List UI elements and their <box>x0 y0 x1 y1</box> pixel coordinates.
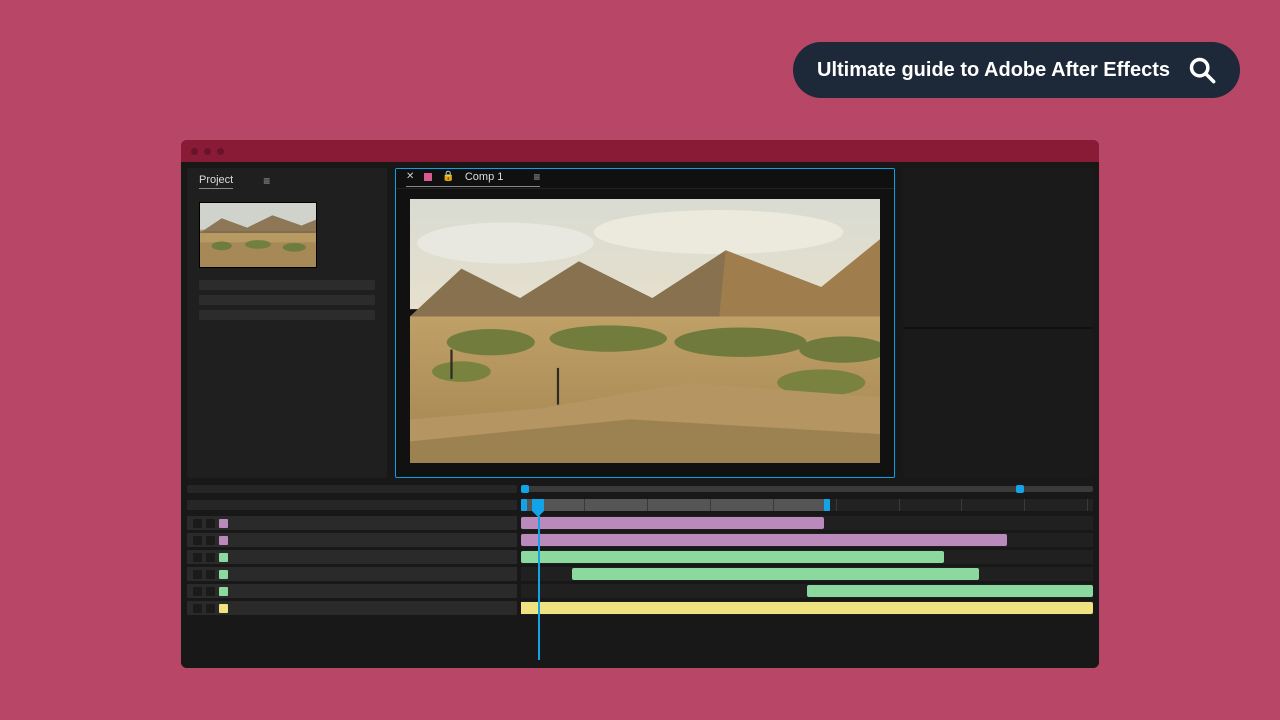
timeline-header-left <box>187 485 517 493</box>
list-item[interactable] <box>199 280 375 290</box>
layer-color-swatch[interactable] <box>219 604 228 613</box>
project-item-list <box>199 280 375 325</box>
layer-controls <box>187 533 517 547</box>
layer-row[interactable] <box>187 601 1093 615</box>
layer-toggle[interactable] <box>206 604 215 613</box>
clip[interactable] <box>521 534 1007 546</box>
layer-track[interactable] <box>521 584 1093 598</box>
close-icon[interactable]: ✕ <box>406 171 414 182</box>
comp-tabbar: ✕ 🔒 Comp 1 ≡ <box>396 169 894 189</box>
right-panel-stack <box>903 168 1093 478</box>
layer-color-swatch[interactable] <box>219 519 228 528</box>
layer-toggle[interactable] <box>206 519 215 528</box>
color-chip-icon <box>424 173 432 181</box>
clip[interactable] <box>807 585 1093 597</box>
navigator-end-handle[interactable] <box>1016 485 1024 493</box>
layer-row[interactable] <box>187 533 1093 547</box>
timeline-panel <box>181 478 1099 668</box>
layer-toggle[interactable] <box>193 536 202 545</box>
ruler-tick <box>773 499 774 511</box>
ruler-tick <box>1087 499 1088 511</box>
ruler-tick <box>1024 499 1025 511</box>
timeline-header-left <box>187 500 517 510</box>
ruler-tick <box>961 499 962 511</box>
ruler-tick <box>647 499 648 511</box>
ruler-tick <box>584 499 585 511</box>
list-item[interactable] <box>199 310 375 320</box>
hamburger-icon[interactable]: ≡ <box>533 170 540 184</box>
traffic-light-minimize-icon[interactable] <box>204 148 211 155</box>
traffic-light-zoom-icon[interactable] <box>217 148 224 155</box>
timeline-layers <box>187 516 1093 660</box>
layer-toggle[interactable] <box>193 519 202 528</box>
layer-toggle[interactable] <box>193 604 202 613</box>
layer-row[interactable] <box>187 567 1093 581</box>
clip[interactable] <box>521 602 1093 614</box>
traffic-light-close-icon[interactable] <box>191 148 198 155</box>
playhead-line <box>538 516 540 660</box>
work-area-end-handle[interactable] <box>824 499 830 511</box>
time-ruler[interactable] <box>521 499 1093 511</box>
layer-row[interactable] <box>187 584 1093 598</box>
layer-toggle[interactable] <box>193 553 202 562</box>
layer-controls <box>187 584 517 598</box>
composition-panel: ✕ 🔒 Comp 1 ≡ <box>395 168 895 478</box>
composition-viewer[interactable] <box>396 189 894 477</box>
layer-toggle[interactable] <box>193 570 202 579</box>
layer-toggle[interactable] <box>206 587 215 596</box>
hamburger-icon[interactable]: ≡ <box>263 174 270 188</box>
layer-color-swatch[interactable] <box>219 536 228 545</box>
layer-toggle[interactable] <box>206 553 215 562</box>
clip[interactable] <box>521 517 824 529</box>
project-tabbar: Project ≡ <box>187 168 387 194</box>
list-item[interactable] <box>199 295 375 305</box>
right-panel-bottom[interactable] <box>903 329 1093 478</box>
comp-tab-label: Comp 1 <box>465 171 504 183</box>
search-pill-text: Ultimate guide to Adobe After Effects <box>817 59 1170 82</box>
layer-toggle[interactable] <box>206 570 215 579</box>
layer-controls <box>187 550 517 564</box>
comp-tab[interactable]: ✕ 🔒 Comp 1 ≡ <box>406 170 540 187</box>
layer-color-swatch[interactable] <box>219 553 228 562</box>
lock-icon[interactable]: 🔒 <box>442 171 454 182</box>
layer-track[interactable] <box>521 567 1093 581</box>
time-navigator[interactable] <box>187 484 1093 494</box>
layer-controls <box>187 601 517 615</box>
navigator-start-handle[interactable] <box>521 485 529 493</box>
upper-panels: Project ≡ <box>181 162 1099 478</box>
layer-track[interactable] <box>521 601 1093 615</box>
work-area-row[interactable] <box>187 498 1093 512</box>
search-icon <box>1188 56 1216 84</box>
time-navigator-track[interactable] <box>521 486 1093 492</box>
layer-row[interactable] <box>187 516 1093 530</box>
clip[interactable] <box>572 568 978 580</box>
ruler-tick <box>836 499 837 511</box>
layer-controls <box>187 516 517 530</box>
layer-toggle[interactable] <box>206 536 215 545</box>
window-titlebar[interactable] <box>181 140 1099 162</box>
layer-track[interactable] <box>521 550 1093 564</box>
layer-color-swatch[interactable] <box>219 570 228 579</box>
layer-track[interactable] <box>521 533 1093 547</box>
composition-frame <box>410 199 880 463</box>
project-tab[interactable]: Project <box>199 174 233 189</box>
playhead[interactable] <box>532 499 544 511</box>
right-panel-top[interactable] <box>903 168 1093 329</box>
ruler-tick <box>710 499 711 511</box>
search-pill[interactable]: Ultimate guide to Adobe After Effects <box>793 42 1240 98</box>
layer-color-swatch[interactable] <box>219 587 228 596</box>
work-area-bar[interactable] <box>521 499 830 511</box>
layer-row[interactable] <box>187 550 1093 564</box>
project-panel: Project ≡ <box>187 168 387 478</box>
clip[interactable] <box>521 551 944 563</box>
project-thumbnail[interactable] <box>199 202 317 268</box>
ruler-tick <box>899 499 900 511</box>
layer-controls <box>187 567 517 581</box>
layer-track[interactable] <box>521 516 1093 530</box>
work-area-start-handle[interactable] <box>521 499 527 511</box>
layer-toggle[interactable] <box>193 587 202 596</box>
app-window: Project ≡ <box>181 140 1099 668</box>
